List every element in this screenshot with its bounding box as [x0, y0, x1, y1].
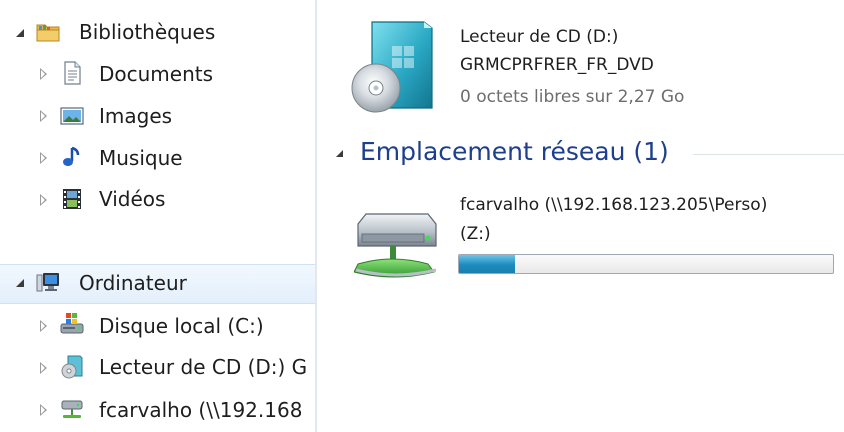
dvd-drive-icon	[350, 20, 434, 118]
nav-item-libraries[interactable]: Bibliothèques	[0, 13, 315, 53]
local-disk-icon	[60, 311, 84, 335]
collapse-arrow-icon[interactable]	[16, 29, 24, 37]
navigation-pane: Bibliothèques Documents Images Musique V…	[0, 0, 315, 432]
cd-drive-icon	[60, 355, 84, 379]
network-drive-icon	[60, 398, 84, 422]
expand-arrow-icon[interactable]	[40, 152, 47, 164]
nav-item-documents[interactable]: Documents	[0, 54, 315, 94]
expand-arrow-icon[interactable]	[40, 194, 47, 206]
network-group-header[interactable]: Emplacement réseau (1)	[360, 137, 669, 166]
nav-item-label: Ordinateur	[79, 271, 187, 295]
network-drive-name: fcarvalho (\\192.168.123.205\Perso)	[460, 195, 768, 215]
music-icon	[60, 145, 84, 169]
documents-icon	[60, 61, 84, 85]
cd-drive-free-space: 0 octets libres sur 2,27 Go	[460, 87, 685, 107]
nav-item-label: Bibliothèques	[79, 20, 216, 44]
expand-arrow-icon[interactable]	[40, 320, 47, 332]
network-drive-letter: (Z:)	[460, 224, 491, 244]
pane-divider[interactable]	[315, 0, 317, 432]
group-divider-line	[693, 154, 844, 155]
disk-usage-bar	[458, 254, 834, 274]
nav-item-videos[interactable]: Vidéos	[0, 180, 315, 220]
nav-item-computer[interactable]: Ordinateur	[0, 264, 315, 304]
nav-item-label: Lecteur de CD (D:) G	[99, 355, 308, 379]
nav-item-cd-drive[interactable]: Lecteur de CD (D:) G	[0, 348, 315, 388]
nav-item-label: Documents	[99, 62, 214, 86]
collapse-arrow-icon[interactable]	[16, 279, 24, 287]
nav-item-network-drive[interactable]: fcarvalho (\\192.168	[0, 390, 315, 430]
computer-icon	[36, 271, 60, 295]
videos-icon	[60, 187, 84, 211]
nav-item-label: Musique	[99, 146, 183, 170]
expand-arrow-icon[interactable]	[40, 362, 47, 374]
disk-usage-fill	[459, 255, 516, 273]
images-icon	[60, 104, 84, 128]
libraries-folder-icon	[36, 20, 60, 44]
nav-item-label: Images	[99, 104, 173, 128]
network-drive-icon	[353, 212, 438, 286]
nav-item-label: Vidéos	[99, 187, 166, 211]
nav-item-images[interactable]: Images	[0, 96, 315, 136]
cd-drive-volume-label: GRMCPRFRER_FR_DVD	[460, 55, 654, 75]
nav-item-label: Disque local (C:)	[99, 314, 264, 338]
expand-arrow-icon[interactable]	[40, 404, 47, 416]
expand-arrow-icon[interactable]	[40, 110, 47, 122]
nav-item-local-disk[interactable]: Disque local (C:)	[0, 306, 315, 346]
nav-item-label: fcarvalho (\\192.168	[99, 398, 303, 422]
nav-item-music[interactable]: Musique	[0, 138, 315, 178]
expand-arrow-icon[interactable]	[40, 68, 47, 80]
cd-drive-name: Lecteur de CD (D:)	[460, 27, 619, 47]
group-collapse-arrow-icon[interactable]	[336, 150, 343, 157]
